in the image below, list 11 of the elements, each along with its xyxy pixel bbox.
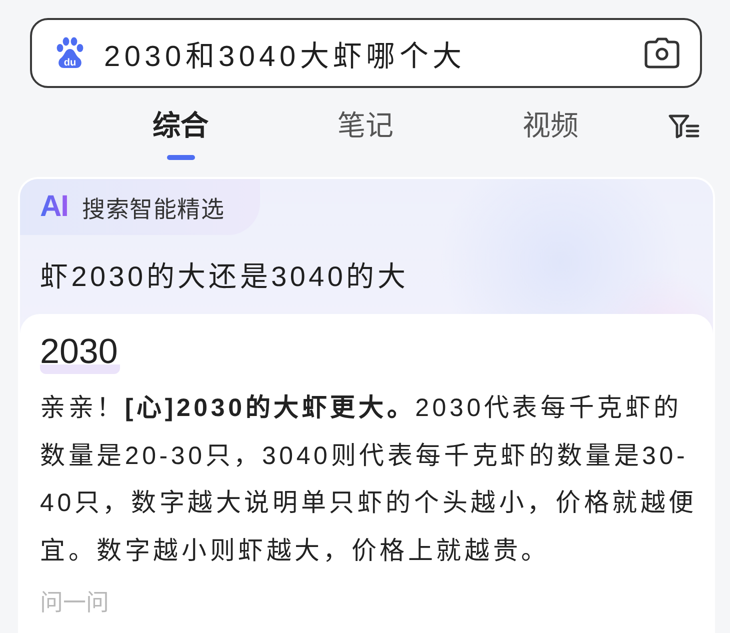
filter-icon[interactable]	[668, 113, 700, 139]
camera-icon[interactable]	[644, 37, 680, 69]
question-title: 虾2030的大还是3040的大	[40, 260, 410, 294]
tab[interactable]: 视频	[458, 106, 643, 162]
ai-badge-label: 搜索智能精选	[82, 195, 225, 224]
paw-logo: du	[56, 37, 84, 69]
search-field[interactable]: du 2030和3040大虾哪个大	[30, 18, 702, 88]
tab[interactable]: 综合	[88, 106, 273, 162]
tab[interactable]: 笔记	[273, 106, 458, 162]
answer-text: 亲亲！[心]2030的大虾更大。2030代表每千克虾的数量是20-30只，3040则代表每千克虾的数量是30-40只，数字越大说明单只虾的个头越小，价格就越便宜。数字越小则虾越大，价格上就越贵。	[40, 393, 698, 566]
search-query[interactable]: 2030和3040大虾哪个大	[104, 32, 644, 74]
